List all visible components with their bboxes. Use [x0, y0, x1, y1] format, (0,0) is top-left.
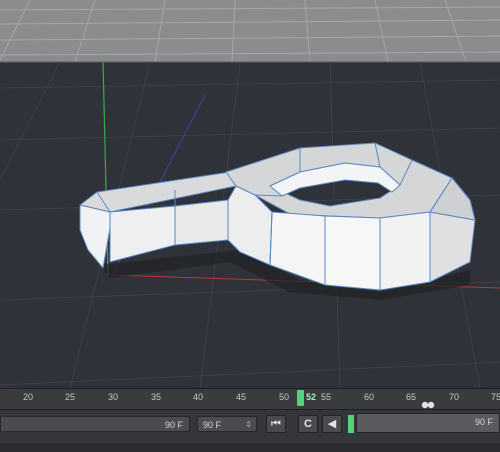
- viewport-canvas[interactable]: [0, 0, 500, 389]
- app-window: 20 25 30 35 40 45 50 55 60 65 70 75 52 9…: [0, 0, 500, 452]
- active-marker: [348, 415, 354, 433]
- goto-start-button[interactable]: ⏮: [266, 415, 286, 433]
- timeline-tick: 65: [405, 392, 417, 402]
- preview-max-field[interactable]: 90 F: [356, 413, 500, 433]
- previous-key-icon: ◀: [327, 418, 337, 430]
- timeline-tick: 75: [490, 392, 500, 402]
- stepper-arrows-icon[interactable]: ⇕: [245, 417, 252, 433]
- skip-to-start-icon: ⏮: [271, 418, 281, 430]
- frame-field-value: 90 F: [203, 420, 222, 430]
- animation-toolbar: 90 F 90 F ⇕ ⏮ C ◀ 90 F: [0, 409, 500, 452]
- timeline-tick: 20: [22, 392, 34, 402]
- timeline-tick: 25: [64, 392, 76, 402]
- current-frame-label: 52: [306, 392, 317, 402]
- timeline-tick: 50: [278, 392, 290, 402]
- preview-max-value: 90 F: [474, 417, 493, 427]
- timeline-playhead[interactable]: [297, 390, 304, 406]
- loop-icon: C: [304, 418, 312, 430]
- grid-floor: [0, 0, 500, 63]
- timeline-tick: 70: [448, 392, 460, 402]
- ghost-marker-icon: [421, 396, 435, 409]
- timeline-tick: 35: [150, 392, 162, 402]
- loop-button[interactable]: C: [298, 415, 318, 433]
- timeline-tick: 60: [363, 392, 375, 402]
- timeline-tick: 30: [107, 392, 119, 402]
- viewport-3d[interactable]: [0, 0, 500, 389]
- prev-key-button[interactable]: ◀: [322, 415, 342, 433]
- preview-min-field[interactable]: 90 F: [0, 416, 190, 432]
- timeline-scrollbar[interactable]: [0, 443, 500, 452]
- timeline-tick: 40: [192, 392, 204, 402]
- frame-field[interactable]: 90 F ⇕: [197, 416, 257, 432]
- timeline-tick: 55: [320, 392, 332, 402]
- timeline-tick: 45: [235, 392, 247, 402]
- timeline-ruler[interactable]: 20 25 30 35 40 45 50 55 60 65 70 75 52: [0, 388, 500, 409]
- preview-min-value: 90 F: [164, 420, 183, 430]
